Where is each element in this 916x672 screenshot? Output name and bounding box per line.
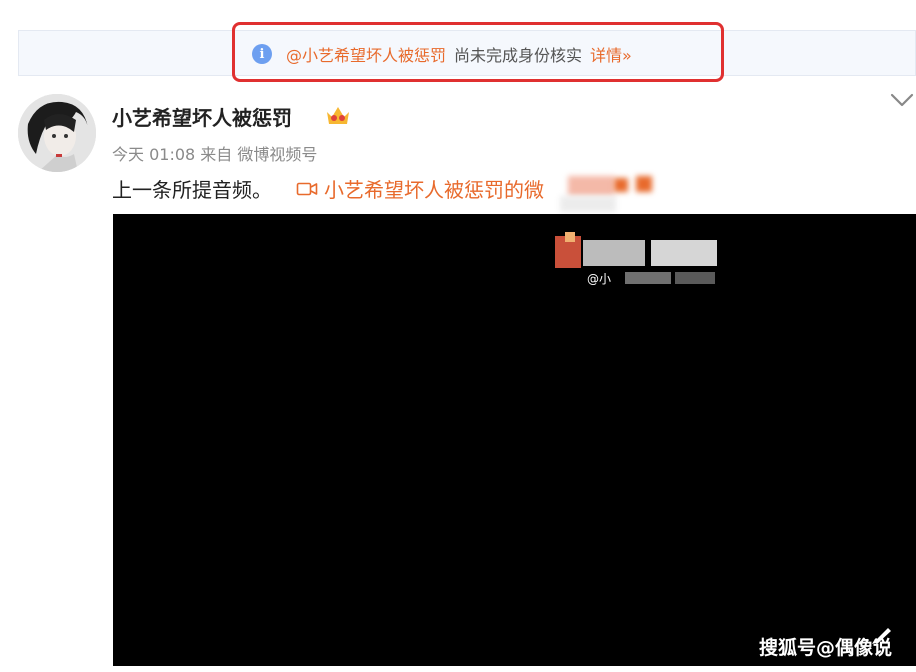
pixelated-text xyxy=(583,240,645,266)
video-player[interactable]: @小 搜狐号@偶像说 xyxy=(113,214,916,666)
pixelated-text xyxy=(560,196,616,212)
pixelated-text xyxy=(636,176,652,192)
notice-message: 尚未完成身份核实 xyxy=(454,46,583,65)
pixelated-text xyxy=(675,272,715,284)
pixelated-text xyxy=(625,272,671,284)
pixelated-text xyxy=(614,178,628,192)
video-card-link[interactable]: 小艺希望坏人被惩罚的微 xyxy=(324,174,544,203)
notice-user-link[interactable]: @小艺希望坏人被惩罚 xyxy=(286,42,446,66)
post-meta: 今天 01:08 来自 微博视频号 xyxy=(112,145,318,164)
source-watermark: 搜狐号@偶像说 xyxy=(758,637,892,659)
chevron-down-icon[interactable] xyxy=(890,92,914,108)
video-watermark-handle: @小 xyxy=(587,272,612,286)
post-content: 上一条所提音频。 小艺希望坏人被惩罚的微 xyxy=(112,174,544,203)
vip-crown-icon xyxy=(327,107,349,124)
pixelated-text xyxy=(651,240,717,266)
pixelated-text xyxy=(568,176,614,196)
avatar[interactable] xyxy=(18,94,96,172)
post-username[interactable]: 小艺希望坏人被惩罚 xyxy=(112,102,292,131)
weibo-post-page: i @小艺希望坏人被惩罚 尚未完成身份核实 详情» 小艺希望坏人被惩罚 今天 0… xyxy=(0,0,916,672)
verification-notice: i @小艺希望坏人被惩罚 尚未完成身份核实 详情» xyxy=(252,40,632,68)
info-icon: i xyxy=(252,44,272,64)
post-body-text: 上一条所提音频。 xyxy=(112,178,272,202)
video-camera-icon xyxy=(296,182,318,195)
pixelated-logo xyxy=(565,232,575,242)
notice-details-link[interactable]: 详情» xyxy=(590,42,632,66)
